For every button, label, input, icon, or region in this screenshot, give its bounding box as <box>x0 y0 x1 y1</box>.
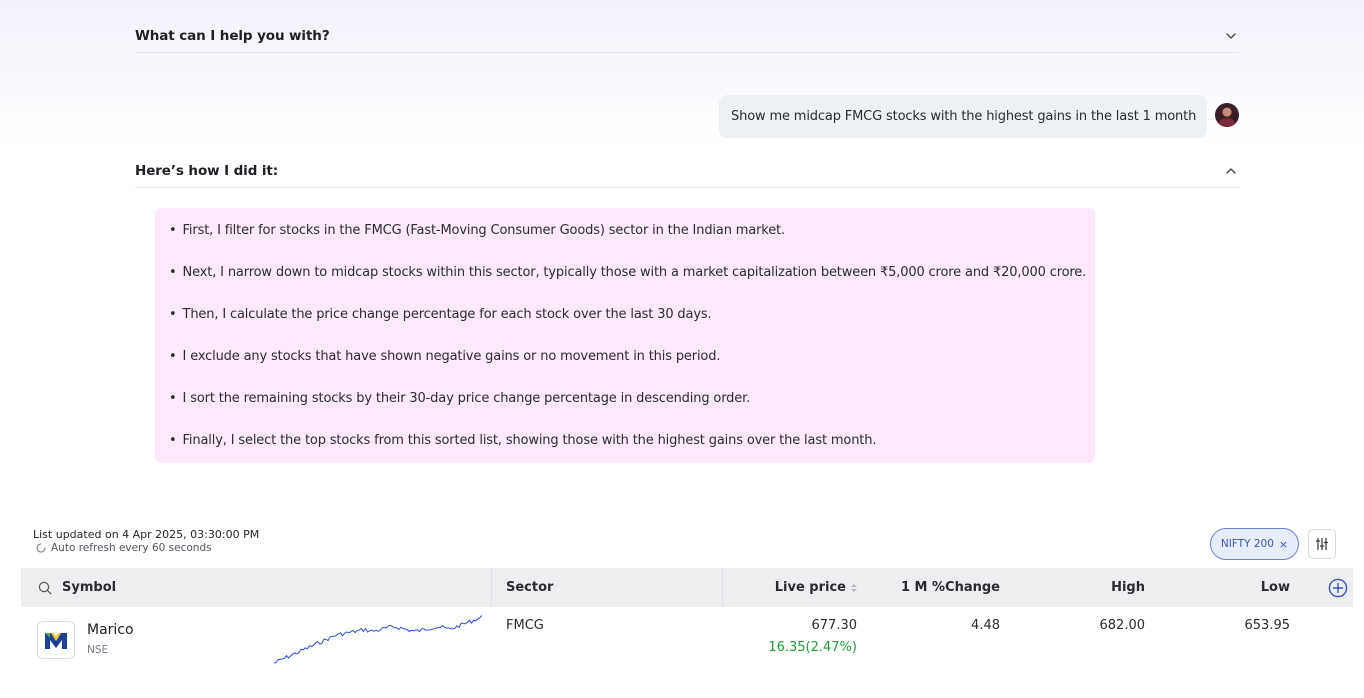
high-column-header[interactable]: High <box>1021 568 1145 607</box>
method-step: • I exclude any stocks that have shown ne… <box>169 349 721 364</box>
auto-refresh-label: Auto refresh every 60 seconds <box>51 542 212 554</box>
low-column-header[interactable]: Low <box>1171 568 1290 607</box>
method-step: • Next, I narrow down to midcap stocks wi… <box>169 265 1087 280</box>
help-accordion-title: What can I help you with? <box>135 27 330 44</box>
sliders-icon <box>1315 537 1329 551</box>
live-price-column-header[interactable]: Live price <box>723 568 858 607</box>
marico-logo <box>37 621 75 659</box>
sector-column-header[interactable]: Sector <box>506 568 553 607</box>
table-row[interactable]: Marico NSE FMCG 677.30 16.35(2.47%) 4.48… <box>21 607 1353 698</box>
user-message-text: Show me midcap FMCG stocks with the high… <box>731 109 1197 124</box>
change-1m-column-header[interactable]: 1 M %Change <box>871 568 1000 607</box>
method-step: • Then, I calculate the price change perc… <box>169 307 712 322</box>
user-message-bubble: Show me midcap FMCG stocks with the high… <box>719 95 1207 138</box>
method-step: • I sort the remaining stocks by their 30… <box>169 391 751 406</box>
method-accordion-title: Here’s how I did it: <box>135 162 279 179</box>
method-step: • First, I filter for stocks in the FMCG … <box>169 223 785 238</box>
method-steps-panel: • First, I filter for stocks in the FMCG … <box>155 208 1095 463</box>
help-accordion-header[interactable]: What can I help you with? <box>135 19 1239 53</box>
filter-chip-nifty-200[interactable]: NIFTY 200 × <box>1210 528 1299 560</box>
chevron-down-icon[interactable] <box>1225 30 1237 42</box>
list-updated-text: List updated on 4 Apr 2025, 03:30:00 PM <box>33 528 260 541</box>
close-icon[interactable]: × <box>1279 538 1288 551</box>
chevron-up-icon[interactable] <box>1225 165 1237 177</box>
price-sparkline <box>273 615 483 664</box>
filter-settings-button[interactable] <box>1308 529 1336 559</box>
method-step: • Finally, I select the top stocks from t… <box>169 433 877 448</box>
stock-exchange: NSE <box>87 644 109 656</box>
low-value: 653.95 <box>1244 618 1291 633</box>
auto-refresh-status: Auto refresh every 60 seconds <box>35 542 212 554</box>
column-divider <box>491 568 492 607</box>
stock-sector: FMCG <box>506 618 544 633</box>
table-header: Symbol Sector Live price 1 M %Change Hig… <box>21 568 1353 607</box>
avatar[interactable] <box>1215 103 1239 127</box>
change-1m-value: 4.48 <box>971 618 1000 633</box>
filter-chip-label: NIFTY 200 <box>1220 538 1274 550</box>
marico-logo-icon <box>45 633 67 649</box>
symbol-column-header[interactable]: Symbol <box>38 568 116 607</box>
high-value: 682.00 <box>1099 618 1146 633</box>
day-change-value: 16.35(2.47%) <box>768 640 857 655</box>
stock-name[interactable]: Marico <box>87 622 134 638</box>
search-icon[interactable] <box>38 581 52 595</box>
add-column-icon[interactable] <box>1328 578 1348 598</box>
live-price-value: 677.30 <box>811 618 858 633</box>
refresh-spinner-icon <box>36 543 46 553</box>
sort-icon[interactable] <box>850 582 858 594</box>
method-accordion-header[interactable]: Here’s how I did it: <box>135 154 1239 188</box>
